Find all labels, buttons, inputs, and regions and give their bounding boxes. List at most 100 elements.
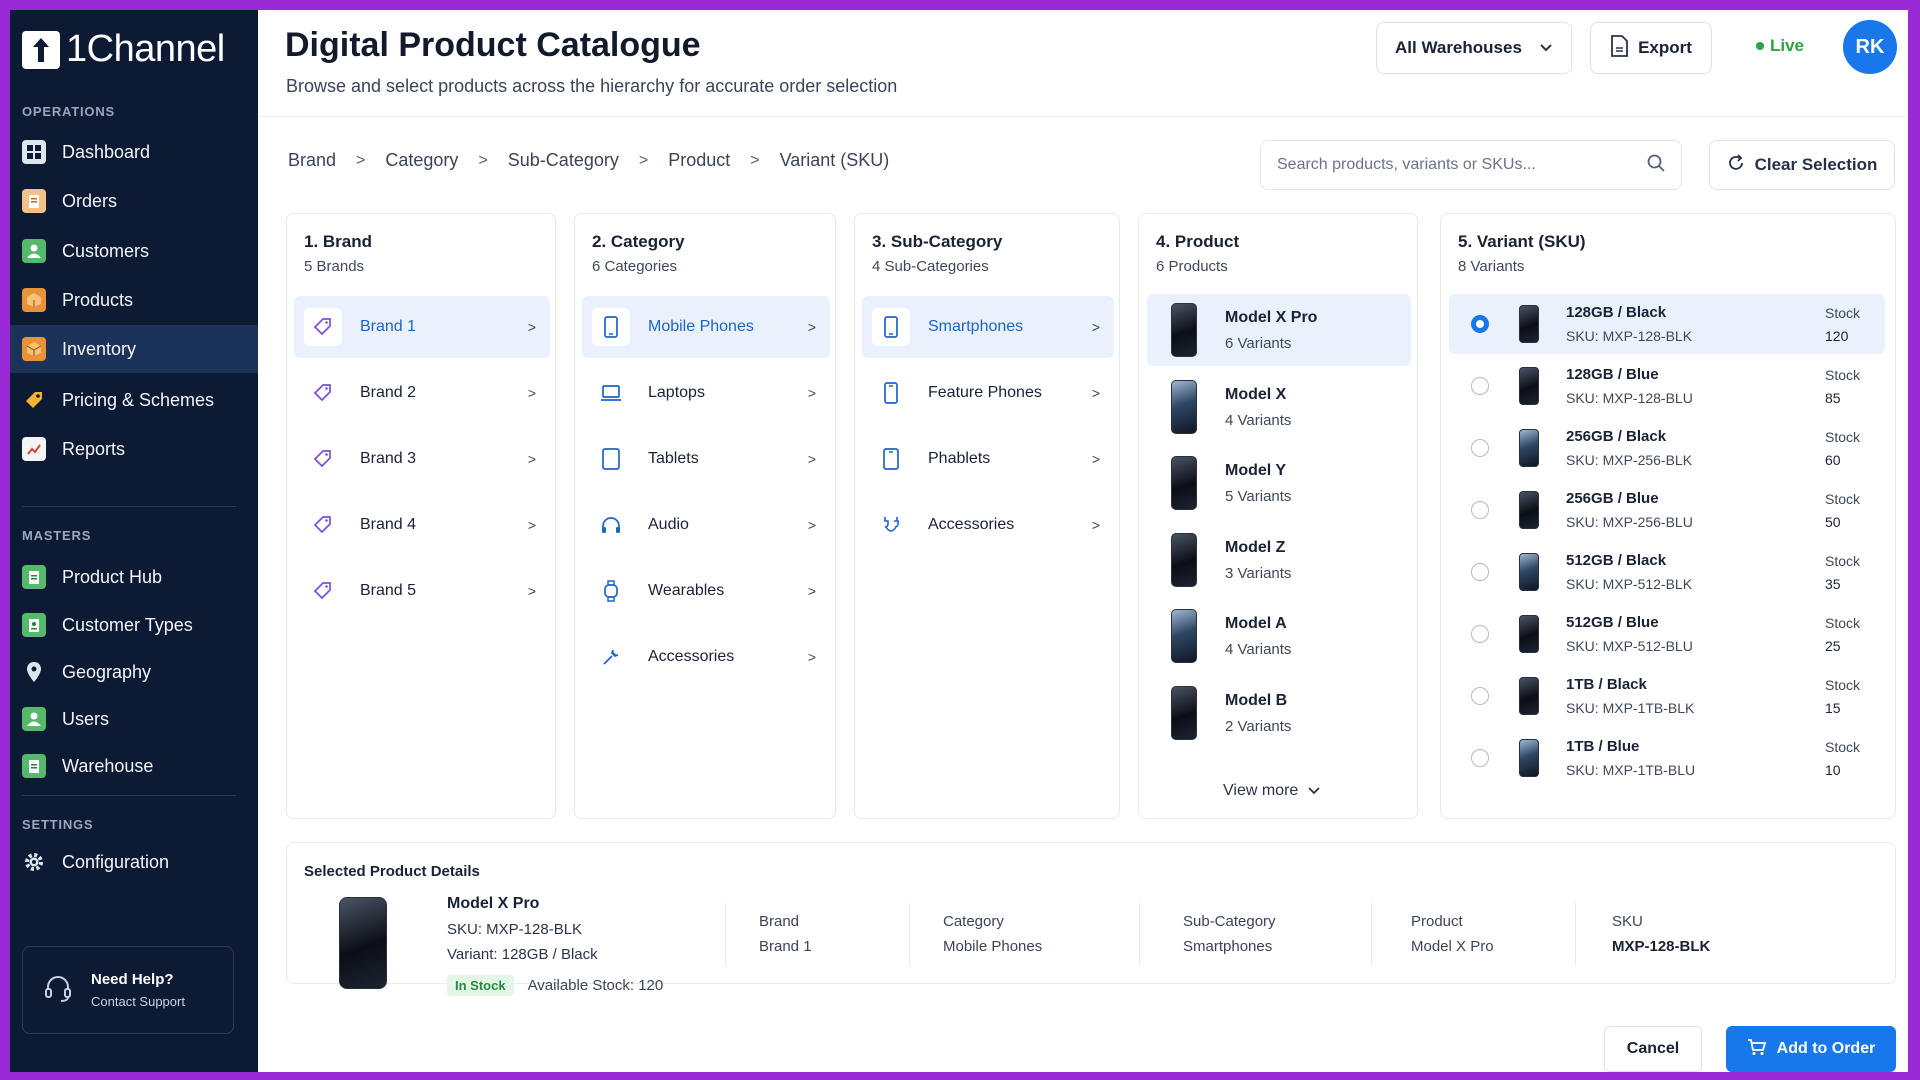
subcategory-label: Phablets bbox=[928, 450, 991, 467]
variant-radio[interactable] bbox=[1471, 625, 1489, 643]
sidebar-item-pricing[interactable]: Pricing & Schemes bbox=[10, 376, 258, 424]
clear-selection-button[interactable]: Clear Selection bbox=[1709, 140, 1895, 190]
sidebar-item-configuration[interactable]: Configuration bbox=[10, 838, 258, 886]
brand-item[interactable]: Brand 5 > bbox=[294, 560, 550, 622]
search-input[interactable] bbox=[1277, 156, 1627, 174]
variant-radio[interactable] bbox=[1471, 439, 1489, 457]
view-more-button[interactable]: View more bbox=[1223, 782, 1320, 800]
sidebar-item-products[interactable]: Products bbox=[10, 276, 258, 324]
brand-item[interactable]: Brand 2 > bbox=[294, 362, 550, 424]
help-card[interactable]: Need Help? Contact Support bbox=[22, 946, 234, 1034]
subcategory-item[interactable]: Feature Phones > bbox=[862, 362, 1114, 424]
variant-thumbnail bbox=[1519, 305, 1539, 343]
variant-radio[interactable] bbox=[1471, 501, 1489, 519]
product-variants: 4 Variants bbox=[1225, 640, 1292, 658]
chevron-right-icon: > bbox=[527, 451, 536, 467]
chevron-right-icon: > bbox=[807, 319, 816, 335]
variant-item[interactable]: 256GB / Blue SKU: MXP-256-BLU Stock 50 bbox=[1449, 480, 1885, 540]
search-icon[interactable] bbox=[1647, 154, 1665, 177]
variant-item[interactable]: 1TB / Blue SKU: MXP-1TB-BLU Stock 10 bbox=[1449, 728, 1885, 788]
details-product-name: Model X Pro bbox=[447, 895, 540, 912]
details-variant: Variant: 128GB / Black bbox=[447, 946, 598, 963]
variant-sku: SKU: MXP-128-BLK bbox=[1566, 328, 1693, 344]
app-logo[interactable]: 1Channel bbox=[22, 28, 225, 71]
sidebar-item-inventory[interactable]: Inventory bbox=[10, 325, 258, 373]
product-variants: 2 Variants bbox=[1225, 717, 1292, 735]
smartphone-icon bbox=[872, 308, 910, 346]
export-button[interactable]: Export bbox=[1590, 22, 1712, 74]
sidebar-item-warehouse[interactable]: Warehouse bbox=[10, 742, 258, 790]
product-item[interactable]: Model X 4 Variants bbox=[1147, 371, 1411, 443]
category-item[interactable]: Laptops > bbox=[582, 362, 830, 424]
breadcrumb: Brand > Category > Sub-Category > Produc… bbox=[288, 150, 889, 171]
variant-radio[interactable] bbox=[1471, 687, 1489, 705]
breadcrumb-item[interactable]: Category bbox=[385, 150, 458, 171]
breadcrumb-item[interactable]: Brand bbox=[288, 150, 336, 171]
sidebar-item-label: Users bbox=[62, 708, 110, 729]
products-icon bbox=[22, 288, 46, 312]
variant-radio[interactable] bbox=[1471, 377, 1489, 395]
details-sku: SKU: MXP-128-BLK bbox=[447, 921, 583, 938]
product-image bbox=[339, 897, 387, 989]
subcategory-item[interactable]: Phablets > bbox=[862, 428, 1114, 490]
details-field-category: Category Mobile Phones bbox=[943, 913, 1042, 955]
breadcrumb-item[interactable]: Sub-Category bbox=[508, 150, 619, 171]
add-to-order-button[interactable]: Add to Order bbox=[1726, 1026, 1896, 1072]
cancel-button[interactable]: Cancel bbox=[1604, 1026, 1702, 1072]
variant-item[interactable]: 1TB / Black SKU: MXP-1TB-BLK Stock 15 bbox=[1449, 666, 1885, 726]
avatar[interactable]: RK bbox=[1843, 20, 1897, 74]
variant-sku: SKU: MXP-256-BLU bbox=[1566, 514, 1693, 530]
sidebar-item-orders[interactable]: Orders bbox=[10, 177, 258, 225]
stock-value: 25 bbox=[1825, 637, 1841, 654]
variant-item[interactable]: 256GB / Black SKU: MXP-256-BLK Stock 60 bbox=[1449, 418, 1885, 478]
sidebar-item-product-hub[interactable]: Product Hub bbox=[10, 553, 258, 601]
variant-item[interactable]: 512GB / Black SKU: MXP-512-BLK Stock 35 bbox=[1449, 542, 1885, 602]
variant-sku: SKU: MXP-128-BLU bbox=[1566, 390, 1693, 406]
category-item[interactable]: Wearables > bbox=[582, 560, 830, 622]
product-variants: 3 Variants bbox=[1225, 564, 1292, 582]
category-label: Mobile Phones bbox=[648, 318, 754, 335]
variant-item[interactable]: 512GB / Blue SKU: MXP-512-BLU Stock 25 bbox=[1449, 604, 1885, 664]
stock-label: Stock bbox=[1825, 552, 1861, 569]
cart-icon bbox=[1747, 1038, 1767, 1061]
pricing-icon bbox=[22, 388, 46, 412]
variant-sku: SKU: MXP-512-BLK bbox=[1566, 576, 1693, 592]
variant-item[interactable]: 128GB / Black SKU: MXP-128-BLK Stock 120 bbox=[1449, 294, 1885, 354]
sidebar-item-geography[interactable]: Geography bbox=[10, 648, 258, 696]
subcategory-column: 3. Sub-Category 4 Sub-Categories Smartph… bbox=[854, 213, 1120, 819]
category-item[interactable]: Tablets > bbox=[582, 428, 830, 490]
sidebar-item-customer-types[interactable]: Customer Types bbox=[10, 601, 258, 649]
stock-label: Stock bbox=[1825, 738, 1861, 755]
brand-item[interactable]: Brand 3 > bbox=[294, 428, 550, 490]
gear-icon bbox=[22, 850, 46, 874]
variant-radio[interactable] bbox=[1471, 749, 1489, 767]
product-item[interactable]: Model X Pro 6 Variants bbox=[1147, 294, 1411, 366]
category-item[interactable]: Audio > bbox=[582, 494, 830, 556]
variant-radio[interactable] bbox=[1471, 315, 1489, 333]
variant-name: 512GB / Blue bbox=[1566, 614, 1659, 631]
product-item[interactable]: Model Y 5 Variants bbox=[1147, 447, 1411, 519]
subcategory-label: Accessories bbox=[928, 516, 1015, 533]
details-field-brand: Brand Brand 1 bbox=[759, 913, 812, 955]
product-item[interactable]: Model A 4 Variants bbox=[1147, 600, 1411, 672]
brand-item[interactable]: Brand 4 > bbox=[294, 494, 550, 556]
sidebar-item-users[interactable]: Users bbox=[10, 695, 258, 743]
brand-item[interactable]: Brand 1 > bbox=[294, 296, 550, 358]
status-badge: In Stock bbox=[447, 975, 514, 996]
breadcrumb-item[interactable]: Product bbox=[668, 150, 730, 171]
product-item[interactable]: Model Z 3 Variants bbox=[1147, 524, 1411, 596]
category-item[interactable]: Mobile Phones > bbox=[582, 296, 830, 358]
variant-radio[interactable] bbox=[1471, 563, 1489, 581]
chevron-right-icon: > bbox=[478, 151, 488, 169]
variant-item[interactable]: 128GB / Blue SKU: MXP-128-BLU Stock 85 bbox=[1449, 356, 1885, 416]
subcategory-item[interactable]: Accessories > bbox=[862, 494, 1114, 556]
subcategory-item[interactable]: Smartphones > bbox=[862, 296, 1114, 358]
warehouse-select[interactable]: All Warehouses bbox=[1376, 22, 1572, 74]
breadcrumb-item[interactable]: Variant (SKU) bbox=[780, 150, 890, 171]
sidebar-item-reports[interactable]: Reports bbox=[10, 425, 258, 473]
product-item[interactable]: Model B 2 Variants bbox=[1147, 677, 1411, 749]
category-label: Wearables bbox=[648, 582, 725, 599]
sidebar-item-customers[interactable]: Customers bbox=[10, 227, 258, 275]
sidebar-item-dashboard[interactable]: Dashboard bbox=[10, 128, 258, 176]
category-item[interactable]: Accessories > bbox=[582, 626, 830, 688]
